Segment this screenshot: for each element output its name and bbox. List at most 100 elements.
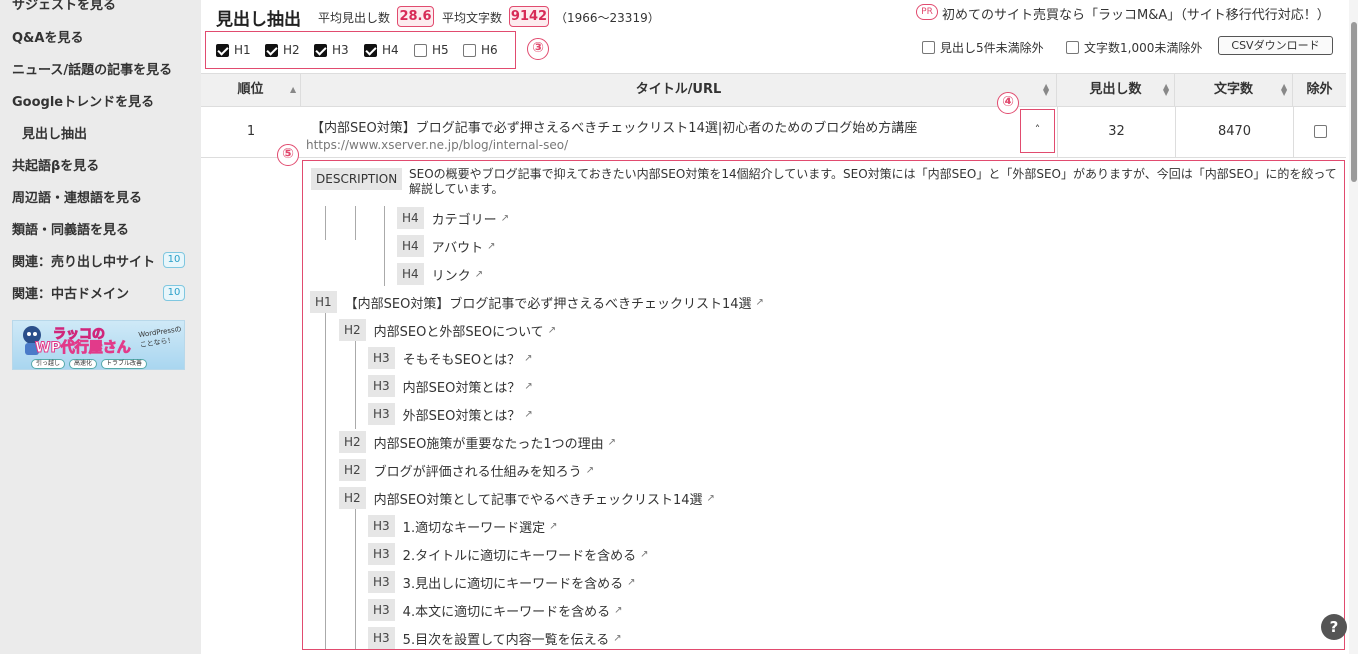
heading-item[interactable]: H2 内部SEOと外部SEOについて ↗ (339, 319, 556, 341)
wp-service-banner[interactable]: ラッコの WP代行屋さん WordPressのことなら！ 引っ越し 高速化 トラ… (12, 320, 185, 370)
tree-line (384, 206, 385, 286)
sidebar-item-heading-extract[interactable]: 見出し抽出 (22, 123, 87, 142)
avg-headings-label: 平均見出し数 (318, 11, 391, 25)
external-link-icon[interactable]: ↗ (613, 633, 621, 644)
heading-text: 内部SEO対策とは？ (402, 380, 521, 396)
external-link-icon[interactable]: ↗ (475, 269, 483, 280)
external-link-icon[interactable]: ↗ (627, 577, 635, 588)
sidebar-item-used-domains[interactable]: 関連：中古ドメイン (12, 283, 129, 302)
heading-text: 4.本文に適切にキーワードを含める (402, 604, 611, 620)
checkbox-unchecked[interactable] (1066, 41, 1079, 54)
banner-pill: 引っ越し (31, 359, 66, 369)
heading-item[interactable]: H4 アバウト ↗ (397, 235, 496, 257)
heading-text: 外部SEO対策とは？ (402, 408, 521, 424)
filter-h6[interactable]: H6 (463, 43, 498, 57)
checkbox-checked[interactable] (314, 43, 327, 57)
heading-text: 2.タイトルに適切にキーワードを含める (402, 548, 637, 564)
exclude-checkbox[interactable] (1314, 125, 1327, 138)
heading-item[interactable]: H1 【内部SEO対策】ブログ記事で必ず押さえるべきチェックリスト14選 ↗ (310, 291, 764, 313)
pr-badge: PR (916, 4, 938, 20)
promo-link[interactable]: 初めてのサイト売買なら「ラッコM&A」（サイト移行代行対応！） (942, 4, 1330, 23)
sidebar-item-sites-for-sale[interactable]: 関連：売り出し中サイト (12, 251, 155, 270)
checkbox-unchecked[interactable] (414, 43, 427, 57)
external-link-icon[interactable]: ↗ (524, 381, 532, 392)
article-url[interactable]: https://www.xserver.ne.jp/blog/internal-… (306, 138, 568, 152)
filter-label: H5 (432, 43, 449, 57)
external-link-icon[interactable]: ↗ (524, 409, 532, 420)
filter-h1[interactable]: H1 (216, 43, 251, 57)
heading-item[interactable]: H3 外部SEO対策とは？ ↗ (368, 403, 533, 425)
heading-text: カテゴリー (431, 212, 497, 228)
external-link-icon[interactable]: ↗ (501, 213, 509, 224)
heading-item[interactable]: H3 2.タイトルに適切にキーワードを含める ↗ (368, 543, 648, 565)
heading-item[interactable]: H3 1.適切なキーワード選定 ↗ (368, 515, 557, 537)
sidebar-item-synonyms[interactable]: 類語・同義語を見る (12, 219, 129, 238)
exclude-cell (1293, 107, 1346, 157)
count-badge: 10 (163, 285, 185, 301)
heading-item[interactable]: H4 リンク ↗ (397, 263, 483, 285)
checkbox-checked[interactable] (364, 43, 377, 57)
scrollbar-thumb[interactable] (1351, 22, 1357, 182)
heading-tag: H2 (339, 431, 366, 453)
exclude-few-headings-option[interactable]: 見出し5件未満除外 (922, 39, 1044, 56)
collapse-toggle-button[interactable]: ˄ (1020, 109, 1055, 153)
heading-tag: H4 (397, 235, 424, 257)
tree-line (355, 339, 356, 429)
column-chars[interactable]: 文字数 (1175, 74, 1293, 106)
sidebar-item-related-words[interactable]: 周辺語・連想語を見る (12, 187, 142, 206)
exclude-few-chars-option[interactable]: 文字数1,000未満除外 (1066, 39, 1202, 56)
filter-label: H2 (283, 43, 300, 57)
heading-item[interactable]: H3 内部SEO対策とは？ ↗ (368, 375, 533, 397)
external-link-icon[interactable]: ↗ (640, 549, 648, 560)
column-headings[interactable]: 見出し数 (1057, 74, 1175, 106)
table-header: 順位 ▲ タイトル/URL ▲ ▼ 見出し数 ▲ ▼ 文字数 ▲ ▼ 除外 (201, 73, 1346, 107)
column-title-url[interactable]: タイトル/URL (301, 74, 1057, 106)
heading-item[interactable]: H4 カテゴリー ↗ (397, 207, 509, 229)
filter-h5[interactable]: H5 (414, 43, 449, 57)
heading-text: 5.目次を設置して内容一覧を伝える (402, 632, 610, 648)
filter-h3[interactable]: H3 (314, 43, 349, 57)
column-label: 除外 (1306, 82, 1333, 97)
article-title-link[interactable]: 【内部SEO対策】ブログ記事で必ず押さえるべきチェックリスト14選|初心者のため… (311, 117, 917, 136)
chevron-up-icon: ˄ (1034, 123, 1041, 136)
checkbox-checked[interactable] (265, 43, 278, 57)
checkbox-checked[interactable] (216, 43, 229, 57)
sidebar-item-cooccurrence[interactable]: 共起語βを見る (12, 155, 99, 174)
heading-item[interactable]: H3 4.本文に適切にキーワードを含める ↗ (368, 599, 622, 621)
sidebar-item-suggest[interactable]: サジェストを見る (12, 0, 116, 13)
checkbox-unchecked[interactable] (922, 41, 935, 54)
heading-item[interactable]: H2 内部SEO対策として記事でやるべきチェックリスト14選 ↗ (339, 487, 715, 509)
help-button[interactable]: ? (1321, 614, 1347, 640)
checkbox-unchecked[interactable] (463, 43, 476, 57)
external-link-icon[interactable]: ↗ (707, 493, 715, 504)
heading-text: リンク (431, 268, 471, 284)
column-rank[interactable]: 順位 (201, 74, 301, 106)
csv-download-button[interactable]: CSVダウンロード (1218, 36, 1333, 55)
filter-h4[interactable]: H4 (364, 43, 399, 57)
external-link-icon[interactable]: ↗ (487, 241, 495, 252)
heading-item[interactable]: H2 内部SEO施策が重要なたった1つの理由 ↗ (339, 431, 616, 453)
sidebar-item-news[interactable]: ニュース/話題の記事を見る (12, 59, 172, 78)
filter-label: H1 (234, 43, 251, 57)
heading-item[interactable]: H3 5.目次を設置して内容一覧を伝える ↗ (368, 627, 622, 649)
sidebar-item-google-trends[interactable]: Googleトレンドを見る (12, 91, 154, 110)
tree-line (325, 311, 326, 649)
external-link-icon[interactable]: ↗ (614, 605, 622, 616)
column-label: 順位 (237, 82, 264, 97)
tree-line (355, 206, 356, 240)
heading-item[interactable]: H2 ブログが評価される仕組みを知ろう ↗ (339, 459, 594, 481)
heading-item[interactable]: H3 3.見出しに適切にキーワードを含める ↗ (368, 571, 635, 593)
external-link-icon[interactable]: ↗ (548, 325, 556, 336)
heading-tag: H3 (368, 375, 395, 397)
external-link-icon[interactable]: ↗ (586, 465, 594, 476)
external-link-icon[interactable]: ↗ (608, 437, 616, 448)
annotation-4: ④ (997, 92, 1019, 114)
heading-filter-box: H1 H2 H3 H4 H5 H6 (205, 31, 516, 69)
external-link-icon[interactable]: ↗ (756, 297, 764, 308)
heading-item[interactable]: H3 そもそもSEOとは？ ↗ (368, 347, 533, 369)
sidebar-item-qa[interactable]: Q&Aを見る (12, 27, 83, 46)
external-link-icon[interactable]: ↗ (549, 521, 557, 532)
external-link-icon[interactable]: ↗ (524, 353, 532, 364)
filter-h2[interactable]: H2 (265, 43, 300, 57)
char-count-cell: 8470 (1175, 107, 1293, 157)
